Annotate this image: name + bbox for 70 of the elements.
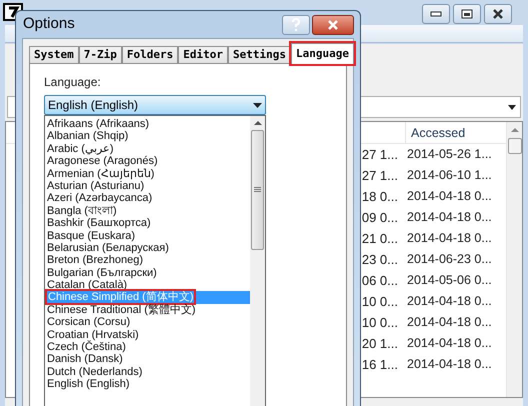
language-option[interactable]: Dutch (Nederlands) <box>45 366 250 378</box>
language-option[interactable]: Catalan (Català) <box>45 279 250 292</box>
maximize-button[interactable] <box>453 4 481 24</box>
tab[interactable]: Language <box>290 43 354 64</box>
close-icon <box>326 20 340 30</box>
language-option[interactable]: Bashkir (Башҡортса) <box>45 217 250 230</box>
table-cell-text: 21 0... <box>362 230 398 248</box>
close-button[interactable] <box>312 15 354 35</box>
table-cell-text: 10 0... <box>362 292 398 311</box>
maximize-icon <box>461 9 473 19</box>
list-scrollbar[interactable] <box>250 116 265 406</box>
language-option[interactable]: Arabic (عربي) <box>45 142 250 156</box>
table-cell-text: 2014-04-18 0... <box>406 188 493 206</box>
table-cell-text: 18 0... <box>362 188 398 206</box>
language-option[interactable]: Bangla (বাংলা) <box>45 204 250 218</box>
grip-icon <box>254 187 261 193</box>
close-button[interactable] <box>484 4 512 24</box>
tab[interactable]: Folders <box>122 46 178 64</box>
table-cell-text: 23 0... <box>362 250 398 269</box>
table-cell-text: 10 0... <box>362 314 398 332</box>
language-label: Language: <box>44 75 102 89</box>
vertical-scrollbar[interactable] <box>506 122 522 397</box>
window-title: Options <box>23 14 75 34</box>
tab[interactable]: Settings <box>228 46 291 64</box>
language-option[interactable]: Albanian (Shqip) <box>45 130 250 143</box>
table-cell-text: 09 0... <box>362 208 398 227</box>
close-icon <box>492 9 504 19</box>
tab[interactable]: Editor <box>178 46 228 64</box>
tab[interactable]: 7-Zip <box>78 46 122 64</box>
language-option[interactable]: Corsican (Corsu) <box>45 316 250 329</box>
language-option[interactable]: Afrikaans (Afrikaans) <box>45 118 250 130</box>
table-cell-text: 2014-04-18 0... <box>406 209 493 226</box>
language-option[interactable]: Breton (Brezhoneg) <box>45 254 250 267</box>
table-cell-text: 2014-04-18 0... <box>406 335 493 352</box>
help-button[interactable] <box>282 15 310 35</box>
help-icon <box>291 18 301 32</box>
table-cell-text: 2014-05-26 1... <box>406 146 493 164</box>
minimize-button[interactable] <box>422 4 450 24</box>
dropdown-arrow-icon <box>253 102 262 108</box>
table-cell-text: 2014-06-10 1... <box>406 167 493 184</box>
scroll-thumb[interactable] <box>251 130 264 250</box>
language-option[interactable]: Basque (Euskara) <box>45 230 250 242</box>
table-cell-text: 27 1... <box>362 166 398 185</box>
table-cell-text: 06 0... <box>362 272 398 290</box>
column-header[interactable]: Accessed <box>406 122 496 143</box>
table-cell-text: 20 1... <box>362 334 398 353</box>
scroll-thumb[interactable] <box>508 138 522 154</box>
language-select[interactable]: English (English) <box>44 95 266 115</box>
table-cell-text: 16 1... <box>362 356 398 374</box>
language-option[interactable]: Azeri (Azərbaycanca) <box>45 192 250 205</box>
language-option[interactable]: Armenian (Հայերեն) <box>45 168 250 180</box>
table-cell-text: 2014-06-23 0... <box>406 251 493 268</box>
language-option[interactable]: Czech (Čeština) <box>45 341 250 354</box>
table-cell-text: 2014-04-18 0... <box>406 314 493 332</box>
dropdown-arrow-icon <box>508 104 516 110</box>
language-option[interactable]: Asturian (Asturianu) <box>45 180 250 192</box>
language-option[interactable]: Croatian (Hrvatski) <box>45 328 250 342</box>
language-option[interactable]: Danish (Dansk) <box>45 353 250 366</box>
table-cell-text: 2014-04-18 0... <box>406 356 493 374</box>
tab[interactable]: System <box>29 46 79 64</box>
language-option[interactable]: English (English) <box>45 378 250 391</box>
table-cell-text: 2014-05-06 0... <box>406 272 493 290</box>
language-option[interactable]: Aragonese (Aragonés) <box>45 155 250 168</box>
table-cell-text: 2014-04-18 0... <box>406 230 493 248</box>
language-option[interactable]: Bulgarian (Български) <box>45 266 250 280</box>
table-cell-text: 2014-04-18 0... <box>406 293 493 310</box>
language-option[interactable]: Belarusian (Беларуская) <box>45 242 250 254</box>
table-cell-text: 27 1... <box>362 146 398 164</box>
language-option[interactable]: Chinese Traditional (繁體中文) <box>45 304 250 316</box>
minimize-icon <box>430 11 442 17</box>
